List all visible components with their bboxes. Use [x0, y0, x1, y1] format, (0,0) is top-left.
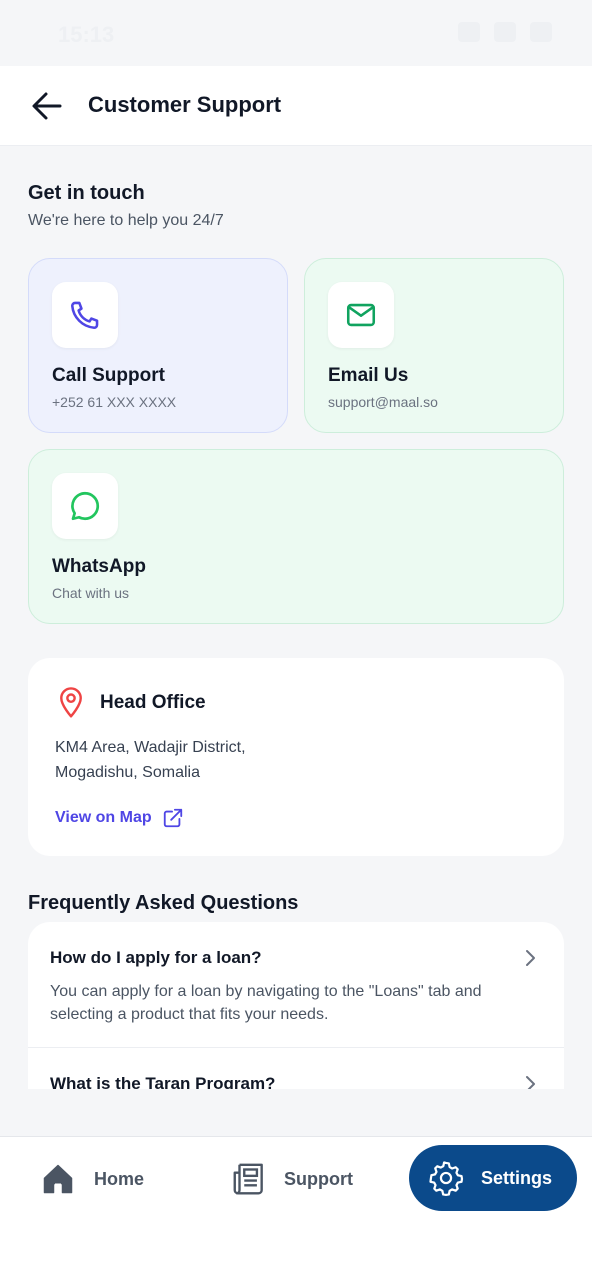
call-support-card[interactable]: Call Support +252 61 XXX XXXX: [28, 258, 288, 433]
app-header: Customer Support: [0, 66, 592, 146]
view-on-map-link[interactable]: View on Map: [55, 807, 184, 829]
newspaper-icon: [233, 1163, 263, 1195]
back-arrow-icon[interactable]: [28, 88, 66, 124]
gear-icon: [429, 1161, 464, 1197]
call-support-number: +252 61 XXX XXXX: [52, 394, 177, 410]
chevron-right-icon: [524, 1074, 538, 1089]
whatsapp-detail: Chat with us: [52, 585, 130, 601]
get-in-touch-subtitle: We're here to help you 24/7: [28, 212, 224, 229]
office-address-line1: KM4 Area, Wadajir District,: [55, 739, 246, 756]
office-address-line2: Mogadishu, Somalia: [55, 764, 200, 781]
faq-list: How do I apply for a loan? You can apply…: [28, 922, 564, 1089]
faq-title: Frequently Asked Questions: [28, 892, 299, 914]
location-pin-icon: [56, 686, 86, 725]
nav-support-label: Support: [284, 1168, 353, 1189]
wifi-icon: [494, 22, 516, 42]
nav-home-label: Home: [94, 1168, 145, 1189]
status-time: 15:13: [58, 22, 115, 47]
page-title: Customer Support: [88, 92, 282, 117]
chat-icon-box: [52, 473, 118, 539]
phone-icon: [70, 301, 99, 330]
nav-settings-label: Settings: [481, 1167, 553, 1188]
chat-bubble-icon: [71, 491, 100, 521]
chevron-right-icon: [524, 948, 538, 973]
nav-support[interactable]: Support: [230, 1159, 353, 1199]
battery-icon: [530, 22, 552, 42]
signal-icon: [458, 22, 480, 42]
faq-answer: You can apply for a loan by navigating t…: [50, 983, 482, 1023]
mail-icon: [346, 303, 376, 327]
phone-icon-box: [52, 282, 118, 348]
status-bar: 15:13: [0, 0, 592, 66]
faq-question: What is the Taran Program?: [50, 1074, 276, 1089]
status-icons: [458, 22, 552, 42]
faq-question: How do I apply for a loan?: [50, 948, 262, 967]
bottom-nav: Home Support Settings: [0, 1136, 592, 1280]
email-us-label: Email Us: [328, 365, 409, 386]
nav-home[interactable]: Home: [40, 1159, 144, 1199]
whatsapp-label: WhatsApp: [52, 556, 146, 577]
home-icon: [43, 1164, 73, 1194]
email-address: support@maal.so: [328, 394, 438, 410]
nav-settings[interactable]: Settings: [409, 1145, 577, 1211]
view-on-map-label: View on Map: [55, 809, 152, 826]
get-in-touch-title: Get in touch: [28, 182, 145, 204]
faq-item-apply-loan[interactable]: How do I apply for a loan? You can apply…: [28, 922, 564, 1047]
call-support-label: Call Support: [52, 365, 165, 386]
head-office-title: Head Office: [100, 692, 206, 713]
external-link-icon: [163, 808, 182, 828]
faq-item-taran-program[interactable]: What is the Taran Program?: [28, 1048, 564, 1089]
head-office-card: Head Office KM4 Area, Wadajir District, …: [28, 658, 564, 856]
mail-icon-box: [328, 282, 394, 348]
whatsapp-card[interactable]: WhatsApp Chat with us: [28, 449, 564, 624]
email-us-card[interactable]: Email Us support@maal.so: [304, 258, 564, 433]
